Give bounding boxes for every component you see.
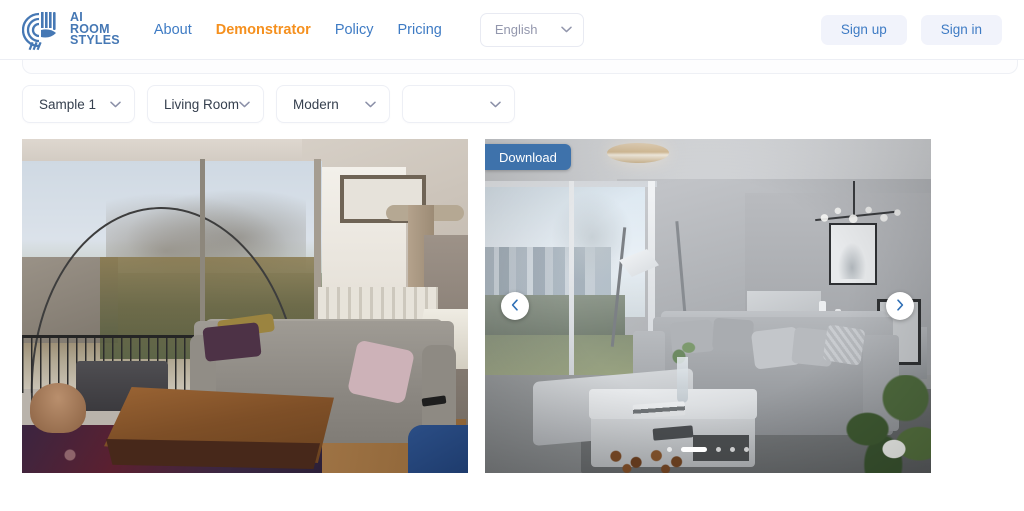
- header-actions: Sign up Sign in: [820, 14, 1002, 45]
- sample-select-value: Sample 1: [39, 96, 97, 112]
- style-select[interactable]: Modern: [276, 85, 390, 123]
- sign-in-button[interactable]: Sign in: [920, 14, 1002, 45]
- scrolled-panel-edge: [22, 60, 1018, 74]
- room-type-select-value: Living Room: [164, 96, 240, 112]
- logo[interactable]: AI ROOM STYLES: [21, 8, 120, 52]
- chevron-down-icon: [561, 26, 572, 33]
- chevron-down-icon: [490, 101, 501, 108]
- sign-up-button[interactable]: Sign up: [820, 14, 907, 45]
- style-select-value: Modern: [293, 96, 339, 112]
- carousel-dot[interactable]: [681, 447, 707, 452]
- nav-item-demonstrator[interactable]: Demonstrator: [216, 22, 311, 38]
- room-type-select[interactable]: Living Room: [147, 85, 264, 123]
- carousel-prev-button[interactable]: [501, 292, 529, 320]
- nav-item-about[interactable]: About: [154, 22, 192, 38]
- chevron-down-icon: [239, 101, 250, 108]
- chevron-left-icon: [511, 298, 519, 314]
- original-room-photo: [22, 139, 468, 473]
- carousel-dot[interactable]: [730, 447, 735, 452]
- extra-select[interactable]: [402, 85, 515, 123]
- sample-select[interactable]: Sample 1: [22, 85, 135, 123]
- carousel-dot[interactable]: [744, 447, 749, 452]
- language-select-value: English: [494, 22, 538, 37]
- carousel-dot[interactable]: [667, 447, 672, 452]
- nav-item-pricing[interactable]: Pricing: [398, 22, 442, 38]
- logo-line-3: STYLES: [70, 33, 120, 48]
- logo-text: AI ROOM STYLES: [70, 11, 120, 48]
- scrolled-panel-edge-wrap: [0, 60, 1024, 82]
- carousel-dot[interactable]: [716, 447, 721, 452]
- styled-room-photo: [485, 139, 931, 473]
- original-room-image[interactable]: [22, 139, 468, 473]
- site-header: AI ROOM STYLES About Demonstrator Policy…: [0, 0, 1024, 60]
- chevron-down-icon: [110, 101, 121, 108]
- carousel-next-button[interactable]: [886, 292, 914, 320]
- ai-room-styles-logo-icon: [21, 8, 64, 52]
- filter-row: Sample 1 Living Room Modern: [0, 85, 1024, 123]
- chevron-down-icon: [365, 101, 376, 108]
- image-comparison-gallery: Download: [0, 139, 1024, 473]
- chevron-right-icon: [896, 298, 904, 314]
- download-button[interactable]: Download: [485, 144, 571, 170]
- language-select[interactable]: English: [479, 12, 584, 47]
- main-nav: About Demonstrator Policy Pricing Englis…: [154, 12, 584, 47]
- styled-room-image[interactable]: Download: [485, 139, 931, 473]
- nav-item-policy[interactable]: Policy: [335, 22, 374, 38]
